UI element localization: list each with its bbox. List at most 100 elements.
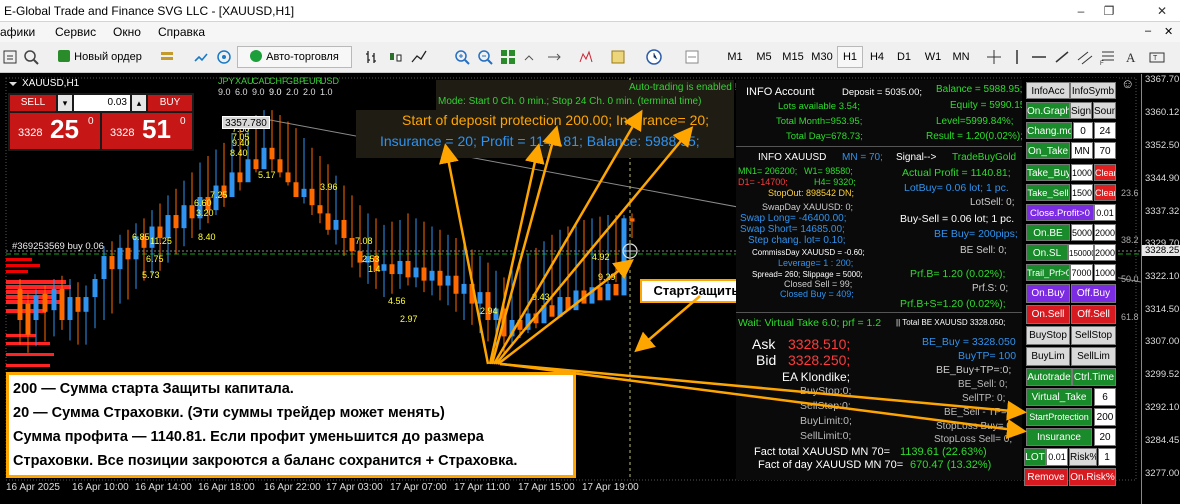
menu-charts[interactable]: афики (0, 25, 35, 39)
take-sell-value[interactable]: 1500 (1071, 184, 1093, 201)
timeframe-m30[interactable]: M30 (808, 46, 836, 68)
restore-button[interactable]: ❐ (1098, 2, 1120, 20)
close-button[interactable]: ✕ (1151, 2, 1173, 20)
take-buy-value[interactable]: 1000 (1071, 164, 1093, 181)
signal-icon[interactable] (215, 48, 233, 66)
menu-help[interactable]: Справка (158, 25, 205, 39)
remove-button[interactable]: Remove (1024, 468, 1068, 486)
shift-icon[interactable] (545, 48, 563, 66)
virtual-take-button[interactable]: Virtual_Take (1026, 388, 1092, 406)
take-buy-button[interactable]: Take_Buy (1026, 164, 1070, 181)
mode-value-24[interactable]: 24 (1094, 122, 1116, 139)
virtual-take-value[interactable]: 6 (1094, 388, 1116, 406)
autotrade-toggle-button[interactable]: Autotrade (1026, 368, 1072, 386)
info-symb-button[interactable]: InfoSymb (1070, 82, 1116, 99)
tile-icon[interactable] (499, 48, 517, 66)
timeframe-m1[interactable]: M1 (721, 46, 749, 68)
bar-chart-icon[interactable] (364, 48, 382, 66)
sl-value-150000[interactable]: 150000 (1068, 244, 1094, 261)
lot-input[interactable]: 0.03 (74, 95, 130, 111)
take-sell-button[interactable]: Take_Sell (1026, 184, 1070, 201)
line-chart-icon[interactable] (410, 48, 428, 66)
menu-close-icon[interactable]: ✕ (1164, 25, 1173, 38)
autotrade-button[interactable]: Авто-торговля (237, 46, 352, 68)
insurance-button[interactable]: Insurance (1026, 428, 1092, 446)
close-profit-button[interactable]: Close.Profit>0 (1026, 204, 1094, 221)
dropdown-arrow-icon[interactable] (8, 79, 18, 89)
menu-window[interactable]: Окно (113, 25, 141, 39)
timeframe-w1[interactable]: W1 (920, 46, 946, 68)
buy-button[interactable]: BUY (148, 95, 192, 111)
buy-stop-button[interactable]: BuyStop (1026, 326, 1070, 345)
timeframe-d1[interactable]: D1 (891, 46, 917, 68)
timeframe-m15[interactable]: M15 (779, 46, 807, 68)
be-value-5000[interactable]: 5000 (1071, 224, 1093, 241)
scroll-icon[interactable] (522, 48, 540, 66)
risk-button[interactable]: Risk% (1069, 448, 1097, 466)
menu-minimize-icon[interactable]: – (1145, 25, 1151, 37)
buy-limit-button[interactable]: BuyLim (1026, 347, 1070, 366)
change-mode-button[interactable]: Chang.mode (1026, 122, 1072, 139)
start-protection-button[interactable]: StartProtection (1026, 408, 1092, 426)
new-order-button[interactable]: Новый ордер (50, 46, 150, 68)
on-risk-button[interactable]: On.Risk% (1069, 468, 1116, 486)
trail-value-1000[interactable]: 1000 (1094, 264, 1116, 281)
mn-button[interactable]: MN (1071, 142, 1093, 159)
fibo-icon[interactable]: F (1099, 48, 1117, 66)
chart-arrows-icon[interactable] (192, 48, 210, 66)
be-value-2000[interactable]: 2000 (1094, 224, 1116, 241)
minimize-button[interactable]: – (1070, 2, 1092, 20)
clear-sell-button[interactable]: Clear (1094, 184, 1116, 201)
trail-profit-button[interactable]: Trail_Prf>0 (1026, 264, 1070, 281)
zoom-icon[interactable] (22, 48, 40, 66)
info-acc-button[interactable]: InfoAcc (1026, 82, 1070, 99)
indicators-icon[interactable] (577, 48, 595, 66)
mode-value-0[interactable]: 0 (1073, 122, 1093, 139)
timeframe-m5[interactable]: M5 (750, 46, 778, 68)
buy-price-box[interactable]: 3328 51 0 (102, 113, 192, 149)
objects-icon[interactable] (683, 48, 701, 66)
start-protection-value[interactable]: 200 (1094, 408, 1116, 426)
sell-button[interactable]: SELL (10, 95, 56, 111)
on-buy-button[interactable]: On.Buy (1026, 284, 1070, 303)
lot-down-icon[interactable]: ▾ (58, 95, 72, 111)
on-sell-button[interactable]: On.Sell (1026, 305, 1070, 324)
timeframe-h1[interactable]: H1 (837, 46, 863, 68)
ctrl-time-button[interactable]: Ctrl.Time (1072, 368, 1116, 386)
candles-icon[interactable] (387, 48, 405, 66)
history-icon[interactable] (2, 48, 20, 66)
channel-icon[interactable] (1076, 48, 1094, 66)
sell-price-box[interactable]: 3328 25 0 (10, 113, 100, 149)
off-sell-button[interactable]: Off.Sell (1071, 305, 1116, 324)
menu-service[interactable]: Сервис (55, 25, 96, 39)
templates-icon[interactable] (609, 48, 627, 66)
text-tool-icon[interactable]: A (1122, 48, 1140, 66)
on-take-button[interactable]: On_Take (1026, 142, 1070, 159)
zoom-out-icon[interactable] (476, 48, 494, 66)
lot-value[interactable]: 0.01 (1046, 448, 1068, 466)
sell-limit-button[interactable]: SellLim (1071, 347, 1116, 366)
sound-button[interactable]: Soun (1093, 102, 1116, 119)
mn-value[interactable]: 70 (1094, 142, 1116, 159)
on-graph-button[interactable]: On.Graph (1026, 102, 1070, 119)
zoom-in-icon[interactable] (453, 48, 471, 66)
label-tool-icon[interactable]: T (1148, 48, 1166, 66)
lot-up-icon[interactable]: ▴ (132, 95, 146, 111)
periods-clock-icon[interactable] (645, 48, 663, 66)
on-be-button[interactable]: On.BE (1026, 224, 1070, 241)
timeframe-mn[interactable]: MN (948, 46, 974, 68)
trail-value-7000[interactable]: 7000 (1070, 264, 1093, 281)
risk-value[interactable]: 1 (1098, 448, 1116, 466)
sign-button[interactable]: Sign (1070, 102, 1092, 119)
lot-button[interactable]: LOT (1024, 448, 1046, 466)
timeframe-h4[interactable]: H4 (864, 46, 890, 68)
vertical-line-icon[interactable] (1008, 48, 1026, 66)
on-sl-button[interactable]: On.SL (1026, 244, 1068, 261)
stack-icon[interactable] (158, 48, 176, 66)
clear-buy-button[interactable]: Clear (1094, 164, 1116, 181)
horizontal-line-icon[interactable] (1030, 48, 1048, 66)
chart-area[interactable]: 7.507.059.408.405.177.256.603.206.8511.2… (0, 74, 1141, 504)
sell-stop-button[interactable]: SellStop (1071, 326, 1116, 345)
trendline-icon[interactable] (1053, 48, 1071, 66)
off-buy-button[interactable]: Off.Buy (1071, 284, 1116, 303)
